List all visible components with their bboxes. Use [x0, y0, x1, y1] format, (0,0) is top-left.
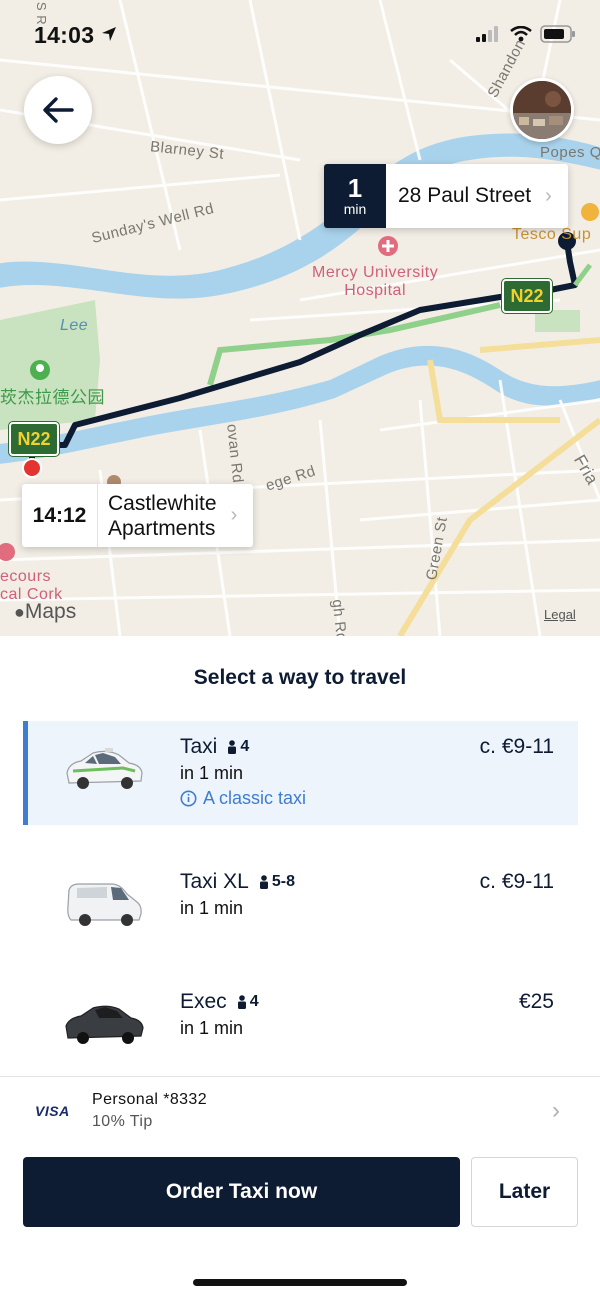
maps-attribution: ●Maps — [14, 600, 77, 623]
hospital-label: Mercy University Hospital — [312, 264, 439, 299]
travel-option-taxi[interactable]: Taxi 4 in 1 min A classic taxi c. €9-11 — [23, 721, 578, 825]
origin-callout[interactable]: 14:12 Castlewhite Apartments › — [22, 484, 254, 547]
option-eta: in 1 min — [180, 1018, 244, 1038]
battery-icon — [540, 25, 575, 43]
exec-car-icon — [65, 1005, 144, 1044]
visa-logo-icon: VISA — [35, 1103, 70, 1119]
back-button[interactable] — [24, 76, 92, 144]
location-arrow-icon — [102, 27, 116, 41]
poi-label: ecours cal Cork — [0, 568, 63, 603]
avatar[interactable] — [510, 78, 574, 142]
status-bar: 14:03 — [0, 0, 600, 70]
road-shield: N22 — [501, 278, 553, 314]
payment-name: Personal *8332 — [92, 1091, 208, 1108]
option-name: Taxi — [180, 735, 218, 758]
back-arrow-icon — [43, 97, 74, 123]
person-icon — [259, 875, 268, 889]
home-indicator[interactable] — [193, 1279, 407, 1286]
order-taxi-button[interactable]: Order Taxi now — [23, 1157, 460, 1227]
option-price: €25 — [518, 990, 554, 1013]
legal-link[interactable]: Legal — [544, 607, 576, 622]
taxi-car-icon — [66, 748, 143, 789]
info-icon — [180, 790, 197, 807]
map-view[interactable]: Blarney St Sunday's Well Rd Shandon Lee … — [0, 0, 600, 636]
status-time: 14:03 — [34, 22, 95, 48]
option-info[interactable]: A classic taxi — [180, 788, 306, 809]
passenger-count: 4 — [240, 738, 250, 755]
option-eta: in 1 min — [180, 763, 244, 783]
chevron-right-icon: › — [230, 504, 238, 526]
signal-icon — [476, 26, 498, 42]
option-name: Taxi XL — [180, 870, 249, 893]
origin-address-line1: Castlewhite — [108, 491, 217, 515]
person-icon — [228, 740, 237, 754]
road-shield: N22 — [8, 421, 60, 457]
avatar-image — [513, 81, 571, 139]
eta-unit: min — [343, 201, 367, 217]
payment-method-row[interactable]: VISA Personal *8332 10% Tip › — [0, 1077, 600, 1147]
street-label: Popes Q — [540, 144, 600, 161]
option-name: Exec — [180, 990, 227, 1013]
travel-option-exec[interactable]: Exec 4 in 1 min €25 — [23, 976, 578, 1080]
destination-callout[interactable]: 1 min 28 Paul Street › — [324, 164, 568, 228]
wifi-icon — [510, 26, 532, 42]
destination-address: 28 Paul Street — [398, 184, 532, 207]
sheet-title: Select a way to travel — [193, 666, 407, 689]
tip-label: 10% Tip — [92, 1113, 153, 1130]
option-eta: in 1 min — [180, 898, 244, 918]
eta-minutes: 1 — [347, 173, 363, 203]
apple-logo-icon: ● — [14, 602, 25, 622]
poi-label: Tesco Sup — [512, 226, 592, 243]
travel-option-taxi-xl[interactable]: Taxi XL 5-8 in 1 min c. €9-11 — [23, 856, 578, 960]
passenger-count: 5-8 — [271, 873, 295, 890]
chevron-right-icon: › — [545, 184, 552, 207]
option-price: c. €9-11 — [479, 870, 554, 893]
river-label: Lee — [60, 317, 89, 334]
option-price: c. €9-11 — [479, 735, 554, 758]
park-label: 莰杰拉德公园 — [0, 388, 105, 407]
pickup-time: 14:12 — [22, 484, 98, 547]
person-icon — [237, 995, 246, 1009]
passenger-count: 4 — [249, 993, 259, 1010]
van-icon — [67, 883, 142, 926]
later-button[interactable]: Later — [471, 1157, 578, 1227]
origin-address-line2: Apartments — [108, 516, 216, 540]
chevron-right-icon: › — [552, 1097, 560, 1124]
eta-box: 1 min — [324, 164, 386, 228]
option-info-text: A classic taxi — [203, 788, 307, 808]
